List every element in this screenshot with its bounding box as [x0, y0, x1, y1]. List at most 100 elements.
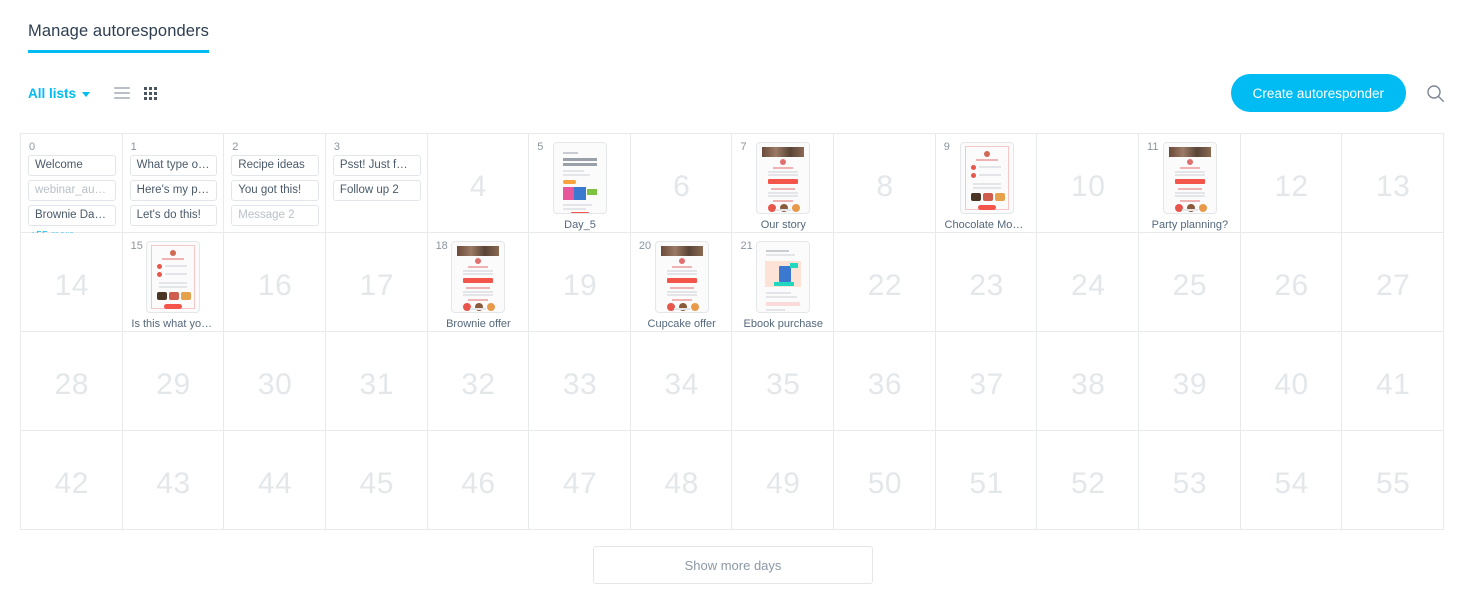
message-thumbnail[interactable] [146, 241, 201, 313]
day-cell-message-thumb[interactable]: 11 Party planning? [1139, 134, 1241, 233]
message-thumbnail-caption: Is this what you're… [131, 318, 215, 330]
thumb-art-part [463, 273, 494, 275]
day-cell-message-list[interactable]: 3 Psst! Just for y… Follow up 2 [325, 134, 428, 233]
day-cell-message-thumb[interactable]: 15 Is this what you're… [122, 233, 225, 332]
day-cell-empty[interactable]: 35 [732, 332, 835, 431]
day-cell-empty[interactable]: 8 [834, 134, 936, 233]
message-thumbnail[interactable] [756, 142, 811, 214]
message-chip[interactable]: Brownie Day 0 … [28, 205, 116, 226]
thumb-art-part [162, 258, 185, 260]
day-cell-empty[interactable]: 46 [427, 431, 530, 530]
message-chip[interactable]: Follow up 2 [332, 180, 421, 201]
day-cell-empty[interactable]: 13 [1342, 134, 1444, 233]
day-cell-empty[interactable]: 54 [1240, 431, 1343, 530]
thumb-art-part [771, 188, 796, 190]
day-cell-empty[interactable]: 10 [1037, 134, 1140, 233]
day-cell-message-list[interactable]: 1 What type of co… Here's my prod… Let's do… [122, 134, 225, 233]
day-cell-empty[interactable]: 30 [224, 332, 326, 431]
day-cell-empty[interactable]: 50 [834, 431, 936, 530]
message-chip[interactable]: webinar_auto13… [28, 180, 116, 201]
day-cell-empty[interactable]: 37 [935, 332, 1038, 431]
day-cell-empty[interactable]: 51 [935, 431, 1038, 530]
day-cell-empty[interactable]: 33 [529, 332, 631, 431]
day-cell-empty[interactable]: 47 [529, 431, 631, 530]
day-cell-empty[interactable]: 40 [1240, 332, 1343, 431]
day-cell-empty[interactable]: 38 [1037, 332, 1140, 431]
message-chip[interactable]: Let's do this! [129, 205, 218, 226]
day-cell-empty[interactable]: 43 [122, 431, 225, 530]
day-cell-empty[interactable]: 41 [1342, 332, 1444, 431]
message-thumbnail[interactable] [654, 241, 709, 313]
thumb-art-part [1179, 167, 1200, 169]
day-cell-empty[interactable]: 34 [630, 332, 733, 431]
day-cell-empty[interactable]: 44 [224, 431, 326, 530]
day-cell-empty[interactable]: 26 [1240, 233, 1343, 332]
message-chip[interactable]: Message 2 [231, 205, 319, 226]
day-number: 26 [1274, 268, 1309, 302]
day-number: 42 [54, 466, 89, 500]
day-cell-empty[interactable]: 32 [427, 332, 530, 431]
thumb-art-part [475, 303, 484, 311]
day-cell-empty[interactable]: 16 [224, 233, 326, 332]
all-lists-dropdown[interactable]: All lists [28, 86, 91, 101]
day-cell-message-list[interactable]: 2 Recipe ideas You got this! Message 2 [224, 134, 326, 233]
day-number: 21 [740, 240, 753, 252]
thumb-art-part [1186, 159, 1193, 165]
day-number: 23 [969, 268, 1004, 302]
day-cell-empty[interactable]: 19 [529, 233, 631, 332]
day-cell-empty[interactable]: 17 [325, 233, 428, 332]
message-chip[interactable]: Psst! Just for y… [332, 155, 421, 176]
day-cell-empty[interactable]: 28 [21, 332, 123, 431]
message-thumbnail[interactable] [553, 142, 608, 214]
day-cell-message-thumb[interactable]: 18 Brownie offer [427, 233, 530, 332]
day-cell-empty[interactable]: 42 [21, 431, 123, 530]
day-cell-message-thumb[interactable]: 5 Day_5 [529, 134, 631, 233]
day-cell-empty[interactable]: 52 [1037, 431, 1140, 530]
day-number: 12 [1274, 169, 1309, 203]
day-cell-empty[interactable]: 25 [1139, 233, 1241, 332]
message-chip[interactable]: What type of co… [129, 155, 218, 176]
day-number: 48 [664, 466, 699, 500]
create-autoresponder-button[interactable]: Create autoresponder [1230, 74, 1406, 112]
message-chip[interactable]: Recipe ideas [231, 155, 319, 176]
message-chip[interactable]: You got this! [231, 180, 319, 201]
list-view-icon[interactable] [114, 87, 131, 99]
day-cell-message-thumb[interactable]: 20 Cupcake offer [630, 233, 733, 332]
day-cell-empty[interactable]: 49 [732, 431, 835, 530]
thumb-art-part [1174, 171, 1205, 173]
message-thumbnail[interactable] [1162, 142, 1217, 214]
day-cell-empty[interactable]: 29 [122, 332, 225, 431]
day-cell-empty[interactable]: 55 [1342, 431, 1444, 530]
day-cell-empty[interactable]: 24 [1037, 233, 1140, 332]
day-cell-empty[interactable]: 36 [834, 332, 936, 431]
thumb-art-part [563, 152, 579, 154]
day-cell-empty[interactable]: 6 [630, 134, 733, 233]
day-cell-empty[interactable]: 12 [1240, 134, 1343, 233]
message-thumbnail[interactable] [451, 241, 506, 313]
grid-view-icon[interactable] [144, 86, 160, 100]
day-cell-empty[interactable]: 53 [1139, 431, 1241, 530]
day-cell-message-thumb[interactable]: 21 Ebook purchase [732, 233, 835, 332]
day-cell-empty[interactable]: 23 [935, 233, 1038, 332]
day-cell-empty[interactable]: 48 [630, 431, 733, 530]
message-chip[interactable]: Welcome [28, 155, 116, 176]
message-thumbnail[interactable] [756, 241, 811, 313]
day-cell-empty[interactable]: 39 [1139, 332, 1241, 431]
day-cell-empty[interactable]: 14 [21, 233, 123, 332]
day-cell-empty[interactable]: 45 [325, 431, 428, 530]
day-cell-empty[interactable]: 4 [427, 134, 530, 233]
message-chip-list: What type of co… Here's my prod… Let's do … [129, 155, 218, 226]
day-cell-empty[interactable]: 27 [1342, 233, 1444, 332]
day-cell-message-list[interactable]: 0Welcomewebinar_auto13…Brownie Day 0 …+5… [21, 134, 123, 241]
thumb-art-part [768, 192, 799, 194]
day-number: 17 [359, 268, 394, 302]
day-cell-message-thumb[interactable]: 7 Our story [732, 134, 835, 233]
show-more-days-button[interactable]: Show more days [593, 546, 873, 584]
day-cell-empty[interactable]: 22 [834, 233, 936, 332]
day-cell-empty[interactable]: 31 [325, 332, 428, 431]
search-icon[interactable] [1424, 82, 1446, 104]
message-thumbnail[interactable] [959, 142, 1014, 214]
autoresponder-day-grid: 0Welcomewebinar_auto13…Brownie Day 0 …+5… [20, 133, 1444, 530]
message-chip[interactable]: Here's my prod… [129, 180, 218, 201]
day-cell-message-thumb[interactable]: 9 Chocolate Monste… [935, 134, 1038, 233]
